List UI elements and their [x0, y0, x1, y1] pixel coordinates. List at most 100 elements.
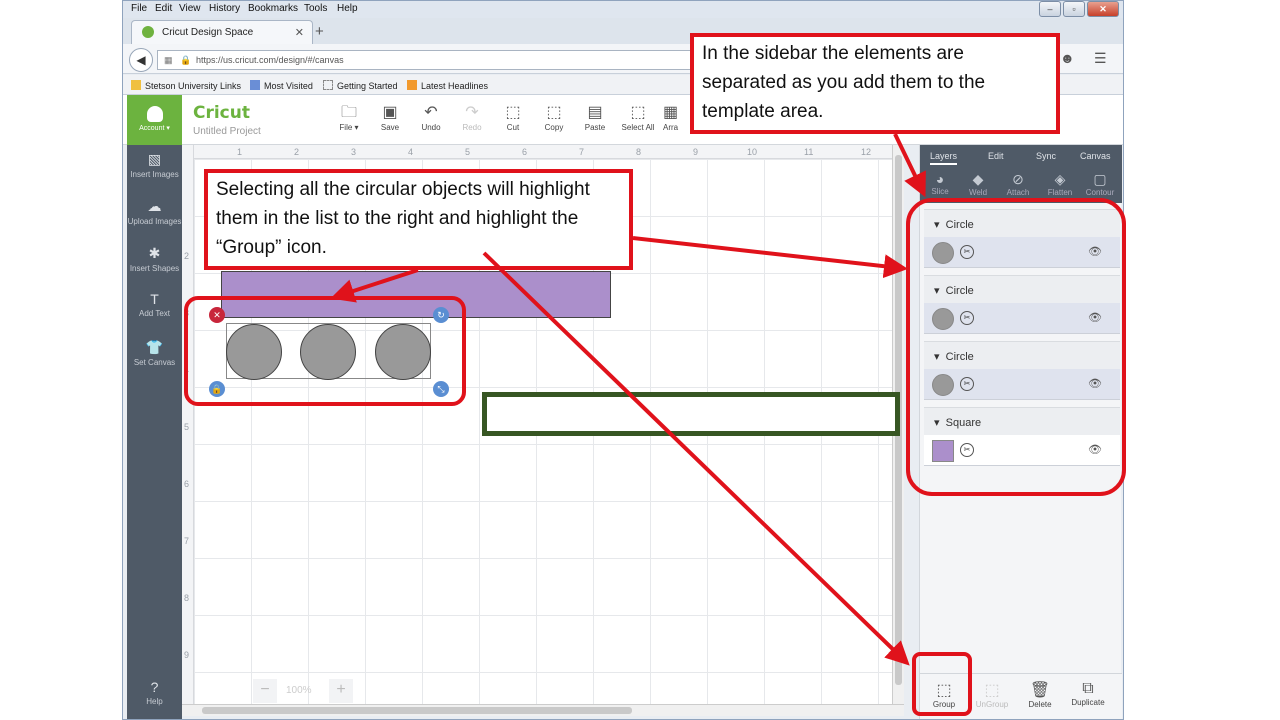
rss-icon	[407, 80, 417, 90]
maximize-icon[interactable]: ▫	[1063, 1, 1085, 17]
undo-icon: ↶	[424, 104, 438, 121]
text-icon: T	[150, 291, 159, 307]
duplicate-button[interactable]: ⧉ Duplicate	[1066, 680, 1110, 707]
bookmark-most-visited[interactable]: Most Visited	[250, 80, 313, 91]
add-text-button[interactable]: T Add Text	[127, 291, 182, 318]
tab-layers[interactable]: Layers	[930, 151, 958, 165]
ruler-tick: 9	[693, 147, 699, 157]
paste-icon: ▤	[587, 104, 603, 121]
cricut-logo: Cricut	[193, 103, 250, 123]
bookmark-stetson[interactable]: Stetson University Links	[131, 80, 241, 91]
lock-icon: 🔒	[180, 55, 192, 65]
close-icon[interactable]: ✕	[1087, 1, 1119, 17]
highlight-box	[482, 392, 900, 436]
menu-file[interactable]: File	[131, 3, 147, 14]
ungroup-button[interactable]: ⬚ UnGroup	[970, 680, 1014, 709]
ruler-tick: 1	[237, 147, 243, 157]
bookmark-latest-headlines[interactable]: Latest Headlines	[407, 80, 488, 91]
flatten-button[interactable]: ◈ Flatten	[1042, 171, 1078, 197]
back-icon[interactable]: ◀	[129, 48, 153, 72]
menu-help[interactable]: Help	[337, 3, 358, 14]
delete-button[interactable]: 🗑 Delete	[1018, 680, 1062, 709]
save-button[interactable]: ▣ Save	[369, 103, 411, 132]
file-button[interactable]: 🗀 File ▾	[328, 103, 370, 132]
selection-callout: Selecting all the circular objects will …	[204, 169, 633, 270]
copy-icon: ⬚	[546, 104, 562, 121]
ruler-tick: 5	[184, 422, 190, 432]
tab-close-icon[interactable]: ✕	[295, 26, 304, 39]
cricut-favicon-icon	[142, 26, 154, 38]
paste-button[interactable]: ▤ Paste	[574, 103, 616, 132]
project-title[interactable]: Untitled Project	[193, 126, 261, 137]
site-icon: ▦	[164, 55, 173, 65]
redo-icon: ↷	[465, 104, 479, 121]
select-all-button[interactable]: ⬚ Select All	[617, 103, 659, 132]
left-sidebar: ▧ Insert Images ☁ Upload Images ✱ Insert Sh…	[127, 145, 182, 719]
account-button[interactable]: Account ▾	[127, 95, 182, 145]
layers-highlight-frame	[906, 198, 1126, 496]
sync-icon[interactable]: ☻	[1060, 50, 1075, 66]
ruler-tick: 10	[747, 147, 758, 157]
insert-images-button[interactable]: ▧ Insert Images	[127, 151, 182, 179]
duplicate-icon: ⧉	[1082, 680, 1094, 697]
arrange-button[interactable]: ▦ Arra	[663, 103, 693, 132]
ruler-tick: 8	[184, 593, 190, 603]
url-text: https://us.cricut.com/design/#/canvas	[196, 55, 344, 65]
menu-view[interactable]: View	[179, 3, 201, 14]
weld-button[interactable]: ◆ Weld	[960, 171, 996, 197]
contour-icon: ▢	[1093, 171, 1107, 187]
group-highlight-frame	[912, 652, 972, 716]
hamburger-menu-icon[interactable]: ☰	[1094, 50, 1107, 67]
menu-edit[interactable]: Edit	[155, 3, 172, 14]
trash-icon: 🗑	[1029, 682, 1051, 699]
zoom-level: 100%	[286, 685, 312, 696]
slice-button[interactable]: ◕ Slice	[922, 171, 958, 196]
attach-button[interactable]: ⊘ Attach	[1000, 171, 1036, 197]
tab-canvas[interactable]: Canvas	[1080, 151, 1111, 161]
account-label: Account ▾	[139, 125, 170, 132]
user-icon	[146, 106, 163, 122]
folder-icon: 🗀	[340, 104, 357, 121]
save-icon: ▣	[382, 104, 398, 121]
menu-bar: File Edit View History Bookmarks Tools H…	[123, 1, 1123, 18]
weld-icon: ◆	[972, 171, 984, 187]
zoom-in-icon[interactable]: +	[329, 679, 353, 703]
help-icon: ?	[150, 679, 159, 695]
tab-edit[interactable]: Edit	[988, 151, 1004, 161]
copy-button[interactable]: ⬚ Copy	[533, 103, 575, 132]
zoom-out-icon[interactable]: −	[253, 679, 277, 703]
set-canvas-button[interactable]: 👕 Set Canvas	[127, 339, 182, 367]
new-tab-icon[interactable]: +	[315, 23, 324, 40]
image-icon: ▧	[147, 151, 162, 167]
menu-tools[interactable]: Tools	[304, 3, 327, 14]
flatten-icon: ◈	[1054, 171, 1066, 187]
sidebar-callout: In the sidebar the elements are separate…	[690, 33, 1060, 134]
menu-bookmarks[interactable]: Bookmarks	[248, 3, 298, 14]
ungroup-icon: ⬚	[984, 682, 1000, 699]
contour-button[interactable]: ▢ Contour	[1082, 171, 1118, 197]
help-button[interactable]: ? Help	[127, 679, 182, 706]
arrange-icon: ▦	[663, 104, 679, 121]
ruler-tick: 12	[861, 147, 872, 157]
cut-button[interactable]: ⬚ Cut	[492, 103, 534, 132]
shirt-icon: 👕	[145, 339, 164, 355]
browser-tab[interactable]: Cricut Design Space ✕	[131, 20, 313, 44]
undo-button[interactable]: ↶ Undo	[410, 103, 452, 132]
menu-history[interactable]: History	[209, 3, 240, 14]
scroll-thumb[interactable]	[202, 707, 632, 714]
select-all-icon: ⬚	[630, 104, 646, 121]
folder-icon	[131, 80, 141, 90]
minimize-icon[interactable]: –	[1039, 1, 1061, 17]
zoom-control: − 100% +	[253, 679, 353, 703]
ruler-tick: 7	[184, 536, 190, 546]
cut-icon: ⬚	[505, 104, 521, 121]
tab-sync[interactable]: Sync	[1036, 151, 1056, 161]
bookmark-getting-started[interactable]: Getting Started	[323, 80, 398, 91]
insert-shapes-button[interactable]: ✱ Insert Shapes	[127, 245, 182, 273]
url-bar[interactable]: ▦ 🔒 https://us.cricut.com/design/#/canva…	[157, 50, 697, 70]
upload-images-button[interactable]: ☁ Upload Images	[127, 198, 182, 226]
upload-icon: ☁	[147, 198, 162, 214]
redo-button[interactable]: ↷ Redo	[451, 103, 493, 132]
slice-icon: ◕	[935, 171, 945, 187]
horizontal-scrollbar[interactable]	[182, 704, 904, 716]
